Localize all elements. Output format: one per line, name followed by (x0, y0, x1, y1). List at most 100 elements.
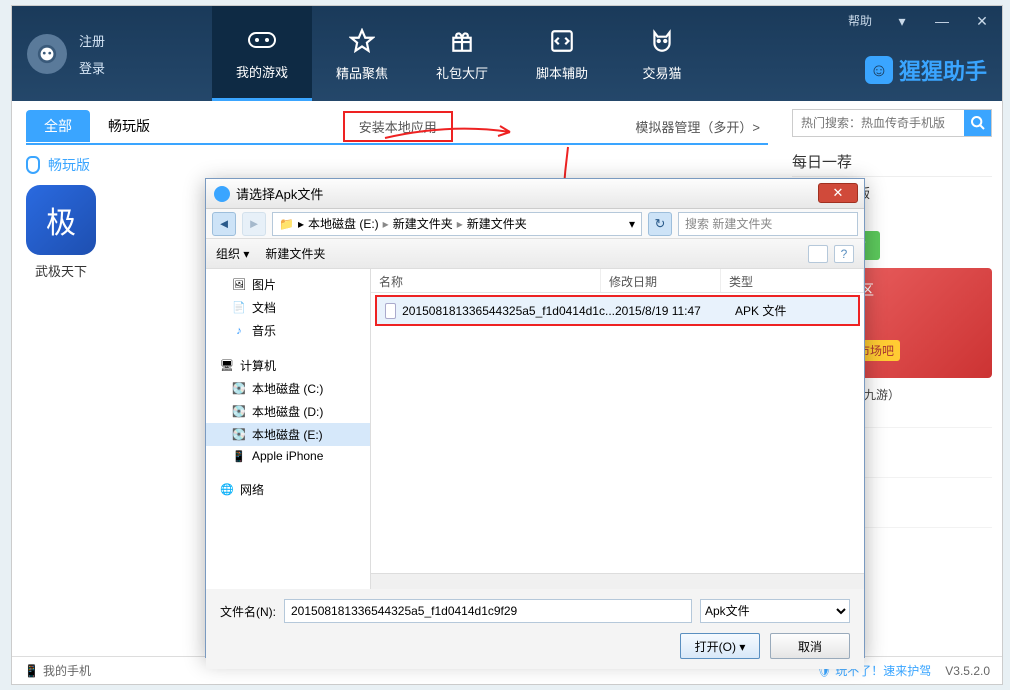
brand-icon: ☺ (865, 56, 893, 84)
file-dialog: 请选择Apk文件 ✕ ◄ ► 📁 ▸ 本地磁盘 (E:)▸ 新建文件夹▸ 新建文… (205, 178, 865, 658)
nav-label: 交易猫 (642, 63, 681, 82)
gift-icon (446, 25, 478, 57)
col-date[interactable]: 修改日期 (601, 269, 721, 292)
dialog-footer: 文件名(N): Apk文件 打开(O) ▾ 取消 (206, 589, 864, 669)
breadcrumb[interactable]: 📁 ▸ 本地磁盘 (E:)▸ 新建文件夹▸ 新建文件夹 ▾ (272, 212, 642, 236)
menu-button[interactable]: ▾ (882, 6, 922, 36)
folder-icon: 📁 (279, 217, 294, 231)
computer-icon: 🖥 (220, 359, 234, 373)
file-headers[interactable]: 名称 修改日期 类型 (371, 269, 864, 293)
breadcrumb-part[interactable]: 本地磁盘 (E:) (308, 215, 379, 232)
back-button[interactable]: ◄ (212, 212, 236, 236)
tab-all[interactable]: 全部 (26, 110, 90, 142)
new-folder-button[interactable]: 新建文件夹 (265, 245, 325, 262)
nav-label: 精品聚焦 (336, 63, 388, 82)
network-icon: 🌐 (220, 483, 234, 497)
emulator-manager-link[interactable]: 模拟器管理（多开）> (627, 117, 768, 136)
phone-icon: 📱 (232, 449, 246, 463)
sub-label: 畅玩版 (48, 155, 90, 175)
documents-icon: 📄 (232, 301, 246, 315)
file-search-input[interactable]: 搜索 新建文件夹 (678, 212, 858, 236)
star-icon (346, 25, 378, 57)
tree-computer[interactable]: 🖥计算机 (206, 354, 370, 377)
search-icon (970, 115, 986, 131)
view-mode-button[interactable] (808, 245, 828, 263)
version-label: V3.5.2.0 (945, 664, 990, 678)
horizontal-scrollbar[interactable] (371, 573, 864, 589)
file-row[interactable]: 201508181336544325a5_f1d0414d1c... 2015/… (377, 297, 858, 324)
col-name[interactable]: 名称 (371, 269, 601, 292)
col-type[interactable]: 类型 (721, 269, 864, 292)
login-link[interactable]: 登录 (79, 58, 105, 77)
help-link[interactable]: 帮助 (848, 12, 872, 29)
pictures-icon: 🖼 (232, 278, 246, 292)
cat-icon (646, 25, 678, 57)
code-icon (546, 25, 578, 57)
forward-button[interactable]: ► (242, 212, 266, 236)
refresh-button[interactable]: ↻ (648, 212, 672, 236)
minimize-button[interactable]: — (922, 6, 962, 36)
game-name: 武极天下 (26, 261, 96, 280)
tree-network[interactable]: 🌐网络 (206, 478, 370, 501)
dialog-title: 请选择Apk文件 (236, 184, 323, 203)
my-phone-button[interactable]: 📱 我的手机 (24, 662, 91, 679)
file-type: APK 文件 (735, 302, 850, 319)
drive-icon: 💽 (232, 428, 246, 442)
nav-scripts[interactable]: 脚本辅助 (512, 6, 612, 101)
search-input[interactable] (793, 110, 964, 136)
user-block: 注册 登录 (12, 6, 212, 101)
dialog-titlebar[interactable]: 请选择Apk文件 ✕ (206, 179, 864, 209)
mouse-icon (26, 156, 40, 174)
annotation-highlight: 201508181336544325a5_f1d0414d1c... 2015/… (375, 295, 860, 326)
game-card[interactable]: 极 武极天下 (26, 185, 96, 280)
search-button[interactable] (964, 110, 991, 136)
brand-text: 猩猩助手 (899, 54, 987, 86)
breadcrumb-part[interactable]: 新建文件夹 (393, 215, 453, 232)
window-controls: ▾ — ✕ (882, 6, 1002, 36)
nav-label: 我的游戏 (236, 62, 288, 81)
dialog-nav: ◄ ► 📁 ▸ 本地磁盘 (E:)▸ 新建文件夹▸ 新建文件夹 ▾ ↻ 搜索 新… (206, 209, 864, 239)
brand-logo: ☺ 猩猩助手 (865, 54, 987, 86)
tree-iphone[interactable]: 📱Apple iPhone (206, 446, 370, 466)
breadcrumb-part[interactable]: 新建文件夹 (467, 215, 527, 232)
tab-play[interactable]: 畅玩版 (90, 110, 168, 142)
tree-drive-e[interactable]: 💽本地磁盘 (E:) (206, 423, 370, 446)
tree-drive-d[interactable]: 💽本地磁盘 (D:) (206, 400, 370, 423)
dialog-toolbar: 组织 ▾ 新建文件夹 ? (206, 239, 864, 269)
drive-icon: 💽 (232, 405, 246, 419)
tabs: 全部 畅玩版 安装本地应用 模拟器管理（多开）> (26, 109, 768, 145)
topbar: 注册 登录 我的游戏 精品聚焦 礼包大厅 脚本辅助 交 (12, 6, 1002, 101)
file-date: 2015/8/19 11:47 (615, 304, 735, 318)
file-list: 名称 修改日期 类型 201508181336544325a5_f1d0414d… (371, 269, 864, 589)
filename-label: 文件名(N): (220, 603, 276, 620)
nav-label: 礼包大厅 (436, 63, 488, 82)
dialog-body: 🖼图片 📄文档 ♪音乐 🖥计算机 💽本地磁盘 (C:) 💽本地磁盘 (D:) 💽… (206, 269, 864, 589)
nav-trade[interactable]: 交易猫 (612, 6, 712, 101)
cancel-button[interactable]: 取消 (770, 633, 850, 659)
avatar[interactable] (27, 34, 67, 74)
search (792, 109, 992, 137)
file-icon (385, 303, 396, 319)
nav-featured[interactable]: 精品聚焦 (312, 6, 412, 101)
filter-select[interactable]: Apk文件 (700, 599, 850, 623)
close-button[interactable]: ✕ (962, 6, 1002, 36)
nav-my-games[interactable]: 我的游戏 (212, 6, 312, 101)
filename-input[interactable] (284, 599, 692, 623)
tree-drive-c[interactable]: 💽本地磁盘 (C:) (206, 377, 370, 400)
dialog-close-button[interactable]: ✕ (818, 183, 858, 203)
music-icon: ♪ (232, 324, 246, 338)
help-icon[interactable]: ? (834, 245, 854, 263)
tree-pictures[interactable]: 🖼图片 (206, 273, 370, 296)
monkey-icon (36, 43, 58, 65)
tree-documents[interactable]: 📄文档 (206, 296, 370, 319)
organize-menu[interactable]: 组织 ▾ (216, 245, 249, 262)
file-name: 201508181336544325a5_f1d0414d1c... (402, 304, 615, 318)
register-link[interactable]: 注册 (79, 31, 105, 50)
nav-label: 脚本辅助 (536, 63, 588, 82)
nav-gifts[interactable]: 礼包大厅 (412, 6, 512, 101)
install-local-button[interactable]: 安装本地应用 (343, 111, 453, 142)
folder-tree[interactable]: 🖼图片 📄文档 ♪音乐 🖥计算机 💽本地磁盘 (C:) 💽本地磁盘 (D:) 💽… (206, 269, 371, 589)
open-button[interactable]: 打开(O) ▾ (680, 633, 760, 659)
dialog-icon (214, 186, 230, 202)
tree-music[interactable]: ♪音乐 (206, 319, 370, 342)
